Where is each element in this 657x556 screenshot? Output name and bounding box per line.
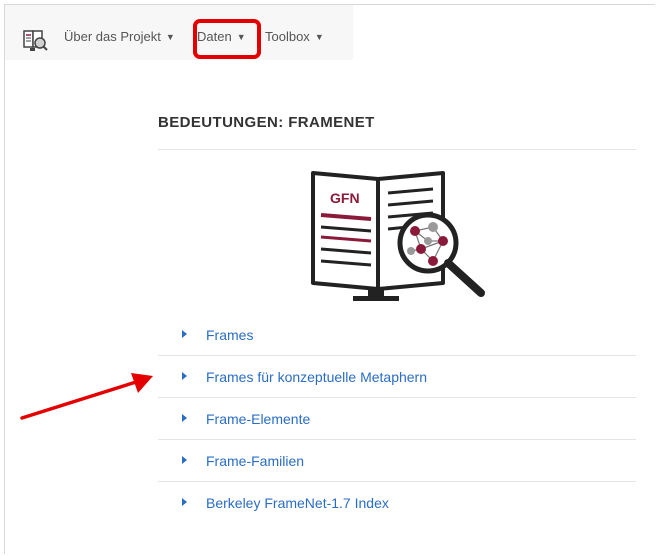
gfn-label: GFN [330, 190, 360, 206]
title-divider [158, 149, 636, 150]
nav-ueber-label: Über das Projekt [64, 29, 161, 44]
link-frame-elemente[interactable]: Frame-Elemente [158, 398, 636, 440]
nav-toolbox-label: Toolbox [265, 29, 310, 44]
top-navbar: Über das Projekt ▼ Daten ▼ Toolbox ▼ [5, 5, 353, 60]
link-label: Frames für konzeptuelle Metaphern [206, 369, 427, 385]
caret-right-icon [182, 414, 187, 422]
site-logo-icon[interactable] [23, 29, 49, 53]
link-label: Frame-Elemente [206, 411, 311, 427]
caret-right-icon [182, 456, 187, 464]
caret-down-icon: ▼ [165, 32, 175, 42]
caret-right-icon [182, 498, 187, 506]
caret-down-icon: ▼ [314, 32, 324, 42]
caret-right-icon [182, 372, 187, 380]
nav-daten-label: Daten [197, 29, 232, 44]
page-title: BEDEUTUNGEN: FRAMENET [158, 114, 375, 131]
nav-ueber-das-projekt[interactable]: Über das Projekt ▼ [64, 29, 175, 44]
link-label: Frame-Familien [206, 453, 305, 469]
framenet-book-magnifier-illustration: GFN [311, 171, 485, 301]
link-frames-konzeptuelle-metaphern[interactable]: Frames für konzeptuelle Metaphern [158, 356, 636, 398]
link-frames[interactable]: Frames [158, 314, 636, 356]
nav-daten[interactable]: Daten ▼ [197, 29, 246, 44]
link-label: Frames [206, 327, 254, 343]
link-frame-familien[interactable]: Frame-Familien [158, 440, 636, 482]
link-berkeley-framenet-index[interactable]: Berkeley FrameNet-1.7 Index [158, 482, 636, 524]
caret-right-icon [182, 330, 187, 338]
caret-down-icon: ▼ [236, 32, 246, 42]
annotation-arrow-icon [20, 373, 153, 420]
nav-toolbox[interactable]: Toolbox ▼ [265, 29, 324, 44]
link-label: Berkeley FrameNet-1.7 Index [206, 495, 389, 511]
framenet-link-list: Frames Frames für konzeptuelle Metaphern… [158, 314, 636, 524]
